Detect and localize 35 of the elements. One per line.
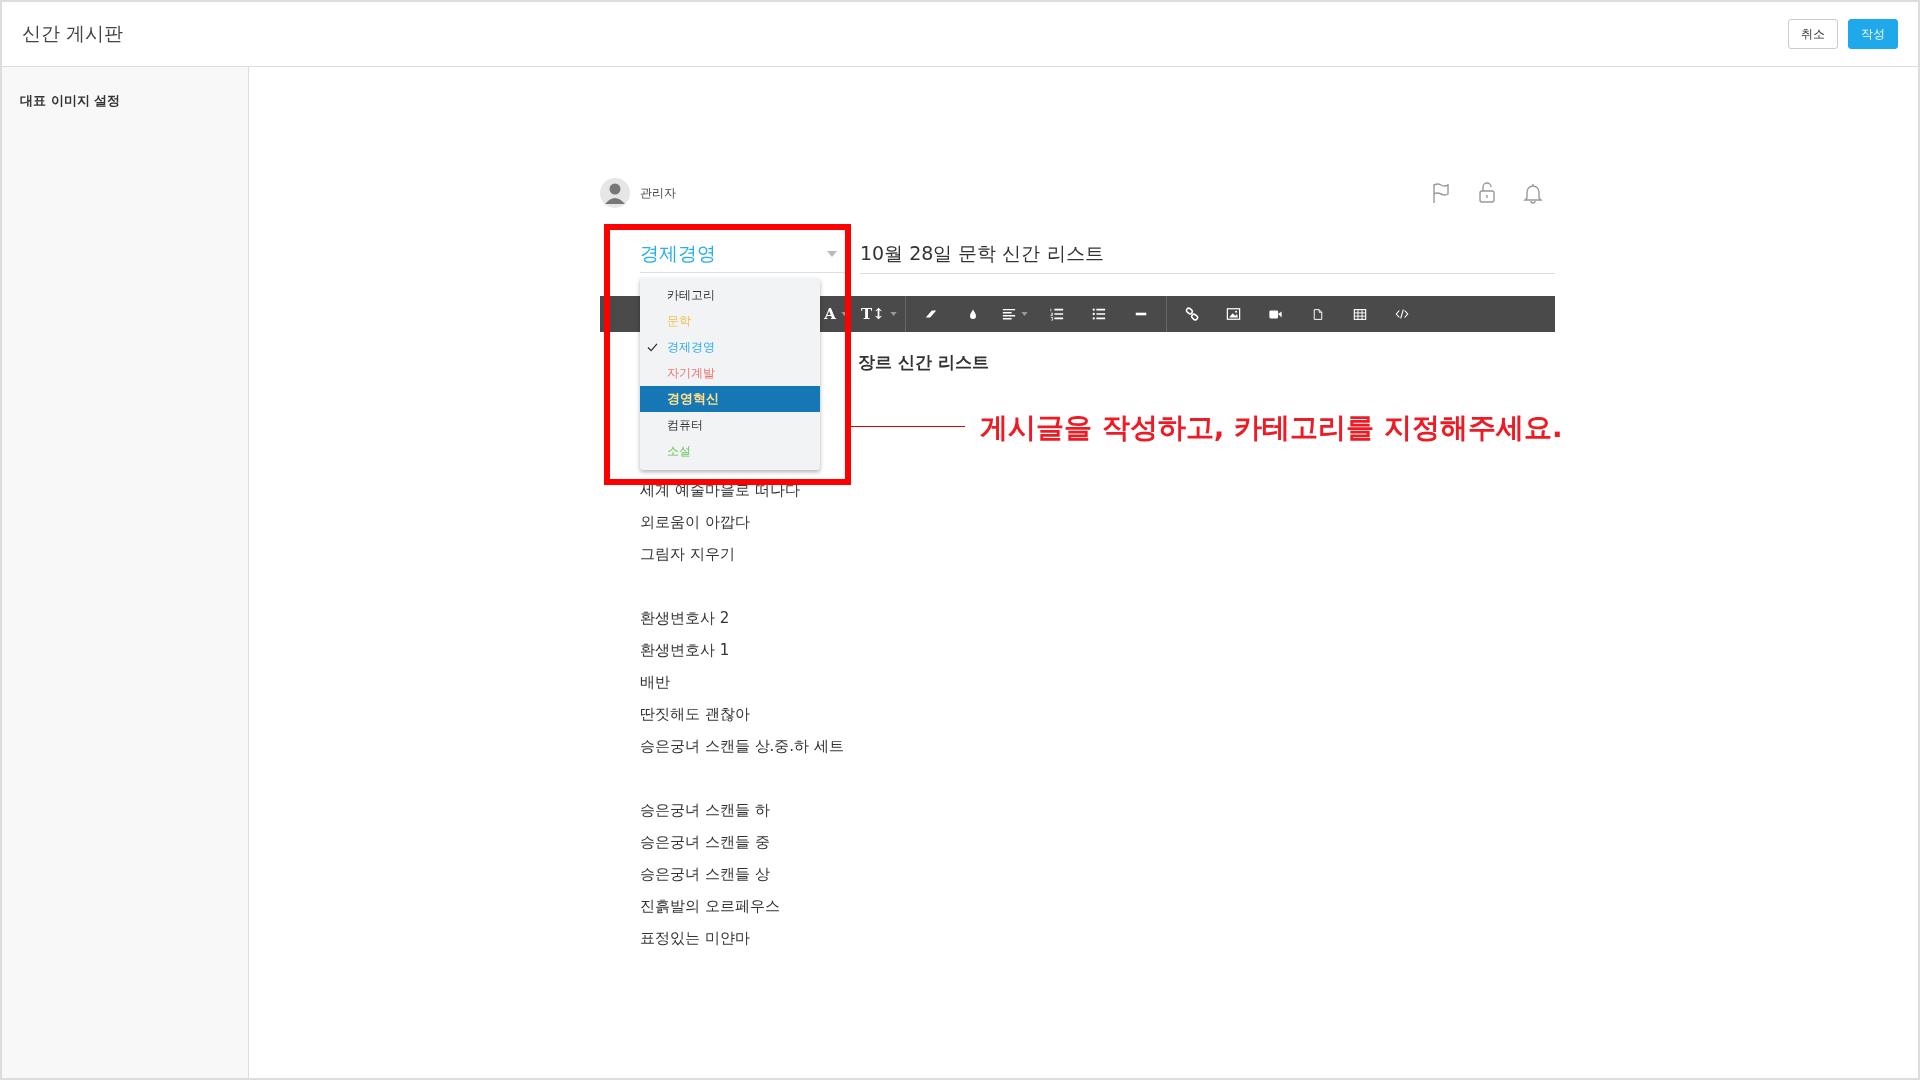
content-line: 외로움이 아깝다 xyxy=(640,512,751,533)
bullet-list-icon xyxy=(1091,307,1106,321)
page-title: 신간 게시판 xyxy=(22,21,124,46)
image-icon xyxy=(1226,307,1242,321)
code-icon xyxy=(1393,307,1410,321)
caret-icon xyxy=(827,250,837,257)
content-line: 그림자 지우기 xyxy=(640,544,736,565)
author-name: 관리자 xyxy=(640,184,676,202)
table-icon xyxy=(1352,307,1367,321)
content-heading: 장르 신간 리스트 xyxy=(858,351,989,374)
file-icon xyxy=(1311,306,1324,322)
sidebar-item[interactable]: 대표 이미지 설정 xyxy=(20,93,121,108)
link-icon xyxy=(1184,307,1199,321)
text-style-button[interactable]: T↕ xyxy=(857,296,901,332)
content-line: 승은궁녀 스캔들 중 xyxy=(640,832,771,853)
content-line: 환생변호사 1 xyxy=(640,640,731,661)
content-line: 승은궁녀 스캔들 하 xyxy=(640,800,771,821)
content-line: 진흙발의 오르페우스 xyxy=(640,896,781,917)
category-option[interactable]: 컴퓨터 xyxy=(640,412,820,438)
avatar-icon xyxy=(600,178,630,208)
annotation-text: 게시글을 작성하고, 카테고리를 지정해주세요. xyxy=(980,410,1563,446)
content-line: 세계 예술마을로 떠나다 xyxy=(640,480,801,501)
align-icon xyxy=(1001,307,1016,321)
content-line: 환생변호사 2 xyxy=(640,608,731,629)
title-field[interactable]: 10월 28일 문학 신간 리스트 xyxy=(860,235,1555,274)
content-line: 승은궁녀 스캔들 상 xyxy=(640,864,771,885)
bell-icon[interactable] xyxy=(1521,181,1545,205)
numbered-list-icon xyxy=(1049,307,1064,321)
content-line: 승은궁녀 스캔들 상.중.하 세트 xyxy=(640,736,845,757)
cancel-button[interactable]: 취소 xyxy=(1788,19,1838,49)
category-option[interactable]: 경영혁신 xyxy=(640,386,820,412)
content-line: 배반 xyxy=(640,672,671,693)
content-line: 딴짓해도 괜찮아 xyxy=(640,704,751,725)
content-line: 표정있는 미얀마 xyxy=(640,928,751,949)
category-option[interactable]: 카테고리 xyxy=(640,282,820,308)
